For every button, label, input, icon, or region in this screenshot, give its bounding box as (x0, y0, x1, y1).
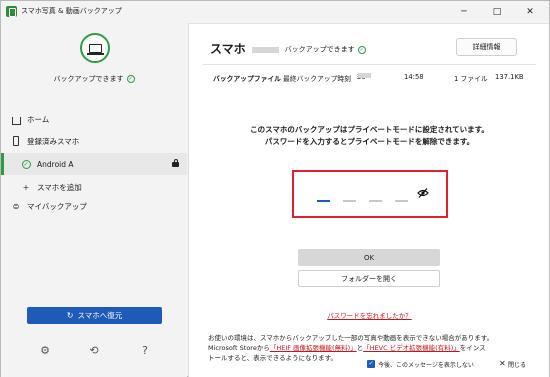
file-size: 137.1KB (495, 73, 524, 81)
sidebar-item-label: スマホを追加 (37, 182, 82, 192)
sidebar-item-label: マイバックアップ (27, 201, 87, 211)
sidebar-item-home[interactable]: ホーム (1, 110, 187, 128)
plus-icon: + (22, 182, 30, 192)
password-digit-3[interactable] (369, 200, 382, 202)
home-icon (11, 116, 21, 125)
close-icon[interactable]: ✕ (499, 359, 506, 368)
help-icon[interactable]: ? (138, 343, 152, 357)
details-button[interactable]: 詳細情報 (456, 38, 517, 56)
app-window: スマホ写真 & 動画バックアップ ─ □ ✕ バックアップできます ✓ ホーム 登… (0, 0, 550, 377)
phone-icon (13, 136, 19, 146)
restore-button-label: スマホへ復元 (77, 311, 123, 320)
last-backup-label: 最終バックアップ時刻 (283, 75, 351, 83)
check-circle-icon: ✓ (126, 75, 135, 83)
open-folder-button[interactable]: フォルダーを開く (298, 270, 440, 287)
file-count: 1 ファイル (454, 75, 488, 83)
password-digit-2[interactable] (343, 200, 356, 202)
private-mode-message-line2: パスワードを入力するとプライベートモードを解除できます。 (264, 137, 475, 146)
history-icon[interactable]: ⟲ (87, 343, 101, 357)
forgot-password-link[interactable]: パスワードを忘れましたか？ (189, 310, 550, 320)
redacted-name (251, 46, 279, 53)
device-status: バックアップできます ✓ (1, 74, 187, 84)
sidebar: バックアップできます ✓ ホーム 登録済みスマホ ✓ Android A + スマ… (1, 23, 187, 377)
divider (203, 64, 536, 65)
page-title-status: バックアップできます (284, 45, 355, 54)
gear-icon[interactable]: ⚙ (38, 343, 52, 357)
window-title: スマホ写真 & 動画バックアップ (21, 7, 122, 15)
restore-icon: ↻ (66, 311, 74, 320)
notice-line-2: Microsoft Storeから「HEIF 画像拡張機能(無料)」と「HEVC… (208, 344, 486, 352)
device-avatar (80, 33, 110, 63)
backup-info-row: バックアップファイル 最終バックアップ時刻 20-- 14:58 1 ファイル … (213, 73, 533, 85)
app-logo-icon (6, 6, 17, 17)
lock-icon (172, 159, 179, 167)
sidebar-item-add-phone[interactable]: + スマホを追加 (1, 178, 187, 196)
password-input-box[interactable] (292, 170, 448, 218)
page-title-text: スマホ (210, 42, 246, 56)
minimize-button[interactable]: ─ (448, 1, 480, 23)
check-circle-icon: ✓ (21, 159, 31, 169)
private-mode-message: このスマホのバックアップはプライベートモードに設定されています。 パスワードを入… (189, 124, 550, 148)
heif-extension-link[interactable]: 「HEIF 画像拡張機能(無料)」 (270, 344, 357, 352)
sidebar-item-label: Android A (37, 159, 74, 169)
sidebar-item-android-a[interactable]: ✓ Android A (1, 153, 187, 175)
sidebar-item-label: ホーム (27, 114, 50, 124)
sidebar-item-label: 登録済みスマホ (27, 136, 80, 146)
sidebar-item-registered-phones[interactable]: 登録済みスマホ (1, 132, 187, 150)
close-notice-button[interactable]: 閉じる (508, 360, 526, 369)
page-title: スマホ バックアップできます ✓ (210, 40, 366, 57)
maximize-button[interactable]: □ (481, 1, 513, 23)
device-status-label: バックアップできます (53, 75, 124, 83)
dont-show-again-checkbox[interactable]: ✓ (367, 360, 375, 368)
check-circle-icon: ✓ (357, 45, 366, 54)
ok-button[interactable]: OK (298, 249, 440, 266)
last-backup-date: 20-- (357, 73, 371, 81)
cloud-backup-icon: ⊜ (12, 201, 20, 211)
backup-file-label: バックアップファイル (213, 75, 281, 83)
close-window-button[interactable]: ✕ (514, 1, 546, 23)
title-bar: スマホ写真 & 動画バックアップ ─ □ ✕ (1, 1, 549, 23)
sidebar-item-my-backup[interactable]: ⊜ マイバックアップ (1, 197, 187, 215)
password-digit-1[interactable] (317, 200, 330, 202)
hevc-extension-link[interactable]: 「HEVC ビデオ拡張機能(有料)」 (363, 344, 460, 352)
password-digit-4[interactable] (395, 200, 408, 202)
main-panel: スマホ バックアップできます ✓ 詳細情報 バックアップファイル 最終バックアップ時… (188, 23, 549, 377)
notice-controls: ✓ 今後、このメッセージを表示しない ✕ 閉じる (367, 359, 547, 370)
private-mode-message-line1: このスマホのバックアップはプライベートモードに設定されています。 (250, 125, 489, 134)
dont-show-again-label[interactable]: 今後、このメッセージを表示しない (378, 360, 474, 369)
eye-off-icon[interactable] (417, 188, 429, 198)
laptop-icon (89, 44, 102, 53)
restore-to-phone-button[interactable]: ↻ スマホへ復元 (27, 307, 162, 324)
notice-line-1: お使いの環境は、スマホからバックアップした一部の写真や動画を表示できない場合があ… (208, 334, 494, 342)
last-backup-time: 14:58 (404, 73, 424, 81)
